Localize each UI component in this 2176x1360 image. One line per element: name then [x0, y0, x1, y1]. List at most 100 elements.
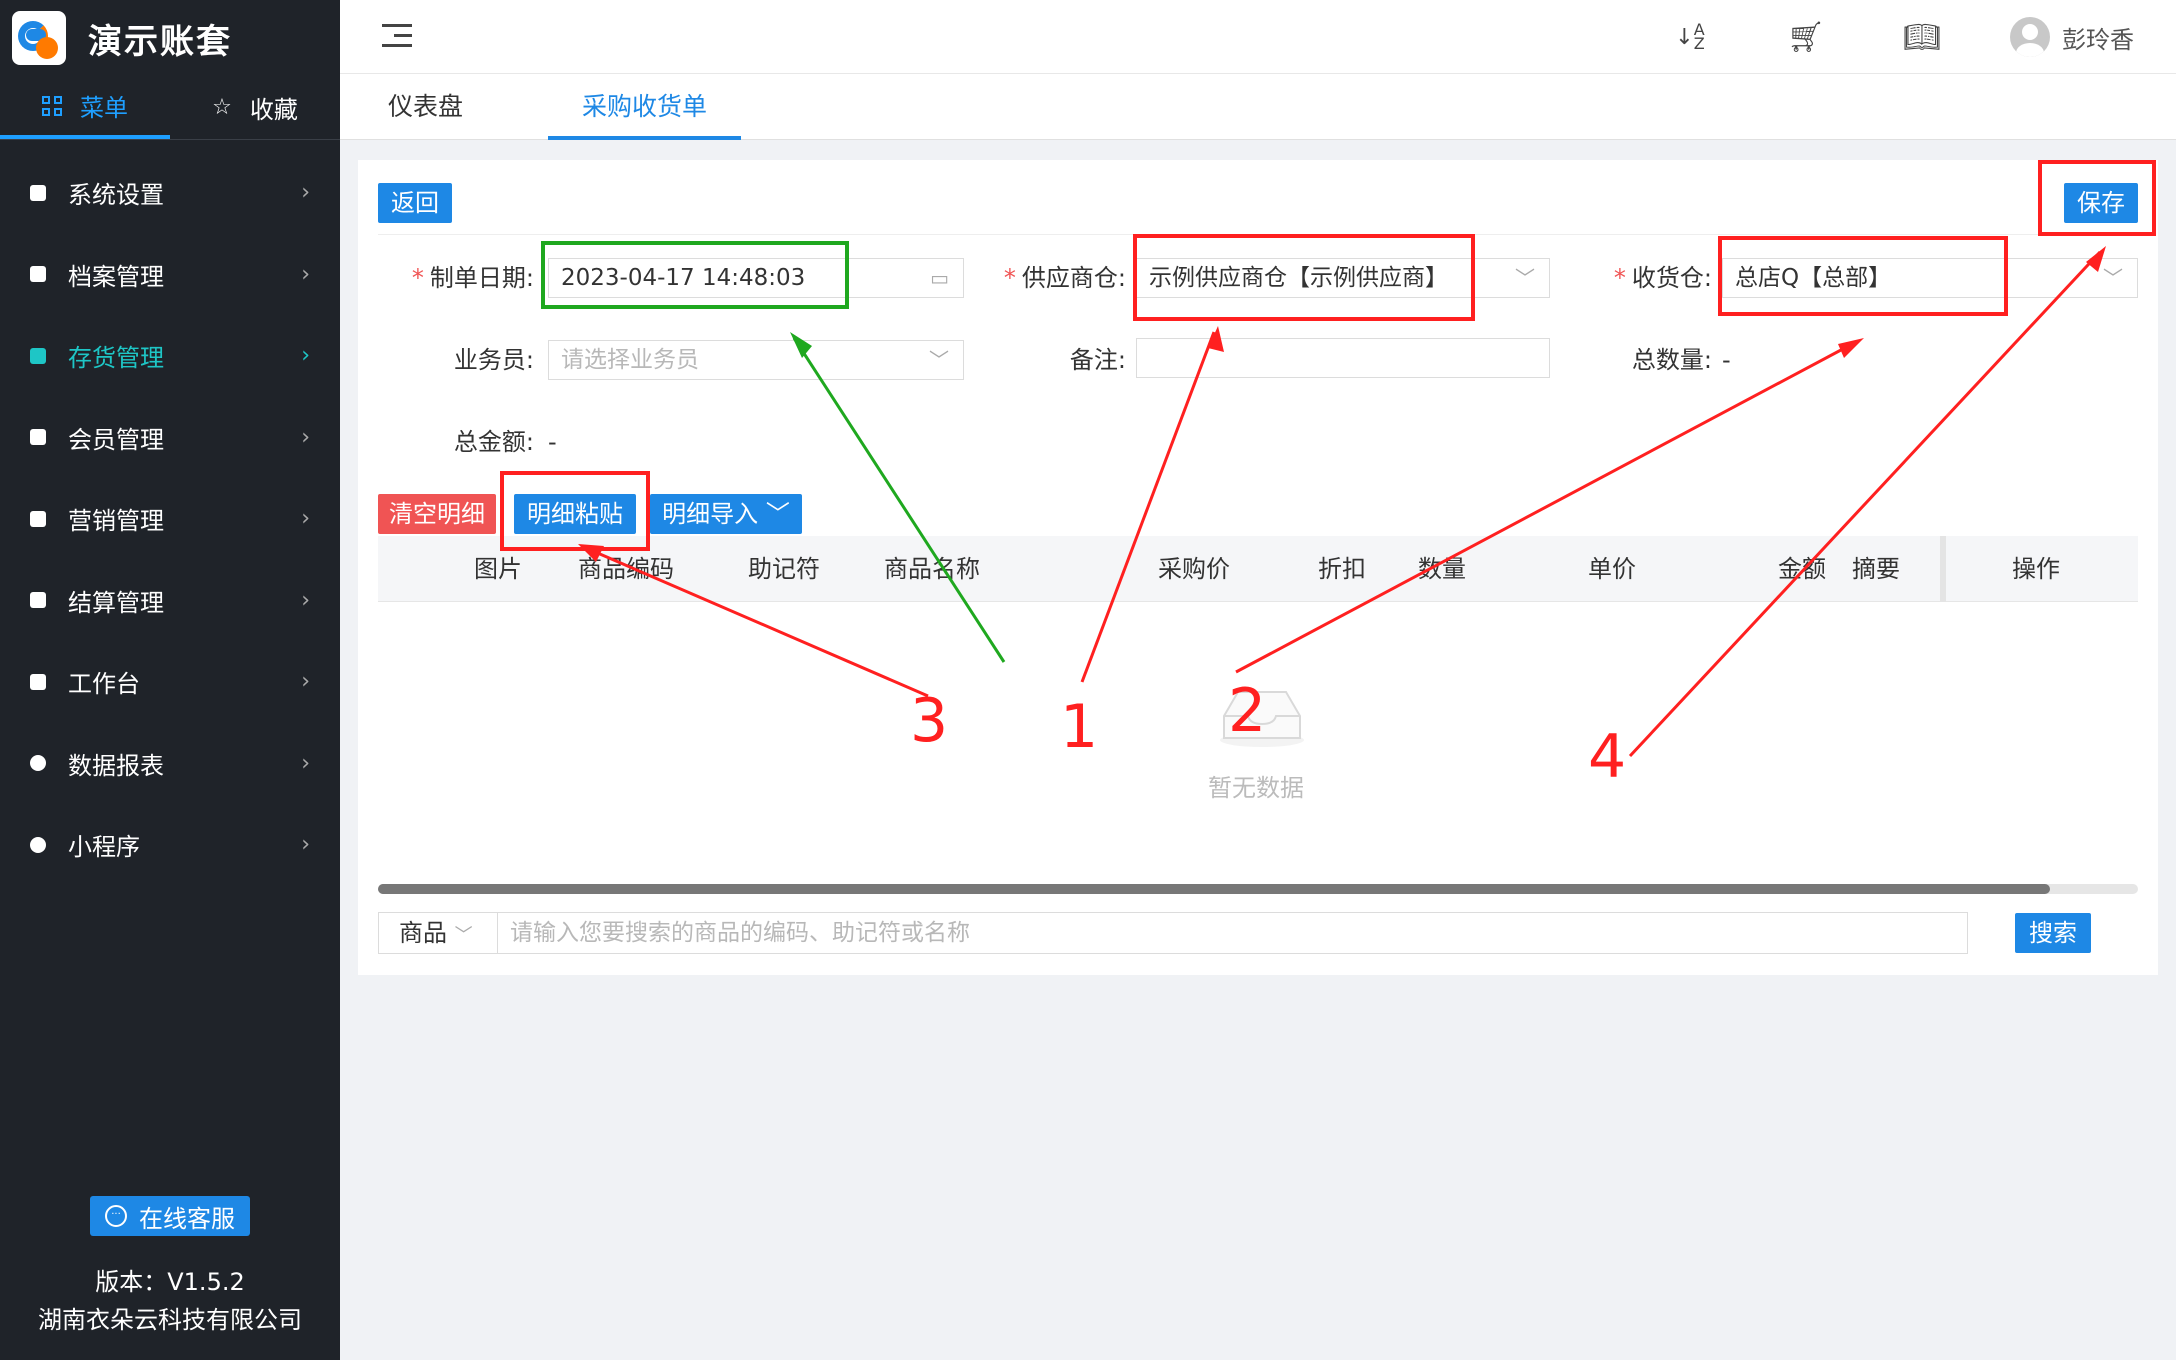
column-header: 单价: [1588, 555, 1636, 583]
sidebar-item-label: 系统设置: [68, 181, 164, 210]
star-icon: ☆: [212, 95, 232, 120]
chevron-right-icon: ›: [301, 180, 310, 206]
sidebar-item-label: 档案管理: [68, 262, 164, 291]
chevron-right-icon: ›: [301, 261, 310, 287]
topbar-actions: ↓ A Z 🛒︎ 📖︎ 彭玲香: [1632, 0, 2176, 74]
chevron-right-icon: ›: [301, 343, 310, 369]
scrollbar-thumb[interactable]: [378, 884, 2050, 894]
sidebar-item-inventory[interactable]: 存货管理 ›: [0, 315, 340, 397]
avatar: [2010, 17, 2050, 57]
chevron-down-icon: ﹀: [454, 925, 473, 946]
tab-menu[interactable]: 菜单: [0, 76, 170, 139]
column-header: 商品名称: [884, 555, 980, 583]
tab-menu-label: 菜单: [80, 94, 128, 122]
search-button[interactable]: 搜索: [2015, 913, 2091, 953]
tab-favorites-label: 收藏: [249, 96, 298, 124]
tab-favorites[interactable]: ☆ 收藏: [170, 76, 340, 139]
column-header: 金额: [1778, 555, 1826, 583]
column-header: 数量: [1418, 555, 1466, 583]
chevron-right-icon: ›: [301, 424, 310, 450]
total-amount-label: 总金额:: [453, 428, 534, 456]
salesman-select[interactable]: 请选择业务员 ﹀: [548, 340, 964, 380]
topbar: ↓ A Z 🛒︎ 📖︎ 彭玲香: [340, 0, 2176, 74]
grid-icon: [42, 95, 62, 116]
sidebar-item-marketing[interactable]: 营销管理 ›: [0, 478, 340, 560]
sidebar-item-members[interactable]: 会员管理 ›: [0, 397, 340, 479]
column-header: 采购价: [1158, 555, 1230, 583]
annotation-number-4: 4: [1588, 722, 1627, 792]
tab-dashboard[interactable]: 仪表盘: [388, 74, 463, 140]
total-qty-value: -: [1722, 346, 1731, 374]
sort-az-icon[interactable]: ↓ A Z: [1632, 0, 1748, 74]
horizontal-scrollbar[interactable]: [378, 884, 2138, 894]
sidebar-item-system-settings[interactable]: 系统设置 ›: [0, 152, 340, 234]
column-header: 折扣: [1318, 555, 1366, 583]
chat-bubble-icon: ···: [105, 1205, 127, 1227]
chevron-right-icon: ›: [301, 669, 310, 695]
search-type-select[interactable]: 商品 ﹀: [378, 912, 498, 954]
user-name: 彭玲香: [2062, 25, 2134, 54]
chevron-down-icon: ﹀: [765, 500, 790, 528]
sidebar-item-miniapp[interactable]: 小程序 ›: [0, 804, 340, 886]
annotation-box-warehouse: [1718, 236, 2008, 316]
import-details-button[interactable]: 明细导入 ﹀: [650, 494, 802, 534]
brand-title: 演示账套: [88, 21, 232, 62]
sidebar-item-archives[interactable]: 档案管理 ›: [0, 234, 340, 316]
chevron-right-icon: ›: [301, 587, 310, 613]
online-support-label: 在线客服: [139, 1204, 235, 1233]
sidebar-item-label: 小程序: [68, 833, 140, 862]
chevron-down-icon: ﹀: [1515, 266, 1535, 290]
annotation-box-paste: [500, 471, 650, 551]
chevron-right-icon: ›: [301, 832, 310, 858]
column-header: 操作: [2012, 555, 2060, 583]
sidebar-tabs: 菜单 ☆ 收藏: [0, 76, 340, 140]
member-icon: [30, 429, 46, 446]
tab-purchase-receipt[interactable]: 采购收货单: [548, 74, 742, 140]
sidebar-item-label: 存货管理: [68, 344, 164, 373]
brand-logo-icon: [12, 11, 66, 65]
remark-label: 备注:: [1069, 346, 1126, 374]
total-amount-value: -: [548, 428, 557, 456]
fixed-column-divider: [1940, 536, 1946, 602]
calendar-icon: ▭: [930, 266, 949, 290]
sidebar-item-reports[interactable]: 数据报表 ›: [0, 723, 340, 805]
product-search-input[interactable]: 请输入您要搜索的商品的编码、助记符或名称: [498, 912, 1968, 954]
annotation-box-save: [2038, 160, 2156, 236]
chevron-down-icon: ﹀: [929, 348, 949, 372]
miniapp-icon: [30, 836, 46, 853]
annotation-box-supplier: [1133, 234, 1475, 321]
settings-icon: [30, 184, 46, 201]
salesman-label: 业务员:: [453, 346, 534, 374]
user-menu[interactable]: 彭玲香: [1980, 17, 2176, 57]
sidebar-item-settlement[interactable]: 结算管理 ›: [0, 560, 340, 642]
book-icon[interactable]: 📖︎: [1864, 0, 1980, 74]
sidebar-item-label: 会员管理: [68, 425, 164, 454]
clear-details-button[interactable]: 清空明细: [378, 494, 496, 534]
online-support-button[interactable]: ··· 在线客服: [90, 1196, 250, 1236]
warehouse-label: * 收货仓:: [1613, 264, 1712, 292]
page-tabs: 仪表盘 采购收货单: [340, 74, 2176, 140]
supplier-label: * 供应商仓:: [1003, 264, 1126, 292]
sidebar: 演示账套 菜单 ☆ 收藏 系统设置 › 档案管理 › 存货管理 › 会员管理 › 营销管…: [0, 0, 340, 1360]
gift-icon: [30, 510, 46, 527]
archive-icon: [30, 266, 46, 283]
sidebar-item-label: 工作台: [68, 670, 140, 699]
settlement-icon: [30, 592, 46, 609]
sidebar-item-workbench[interactable]: 工作台 ›: [0, 641, 340, 723]
total-qty-label: 总数量:: [1631, 346, 1712, 374]
column-header: 助记符: [748, 555, 820, 583]
collapse-menu-icon[interactable]: [382, 24, 412, 50]
sidebar-menu: 系统设置 › 档案管理 › 存货管理 › 会员管理 › 营销管理 › 结算管理 › 工作台 ›…: [0, 152, 340, 886]
version-text: 版本：V1.5.2: [95, 1268, 245, 1296]
workbench-icon: [30, 673, 46, 690]
cart-icon[interactable]: 🛒︎: [1748, 0, 1864, 74]
sidebar-item-label: 数据报表: [68, 751, 164, 780]
annotation-box-date: [541, 241, 849, 309]
date-label: * 制单日期:: [411, 264, 534, 292]
empty-data-text: 暂无数据: [1208, 774, 1304, 802]
back-button[interactable]: 返回: [378, 183, 452, 223]
sidebar-item-label: 营销管理: [68, 507, 164, 536]
remark-input[interactable]: [1136, 338, 1550, 378]
pie-chart-icon: [30, 755, 46, 772]
inventory-icon: [30, 347, 46, 364]
